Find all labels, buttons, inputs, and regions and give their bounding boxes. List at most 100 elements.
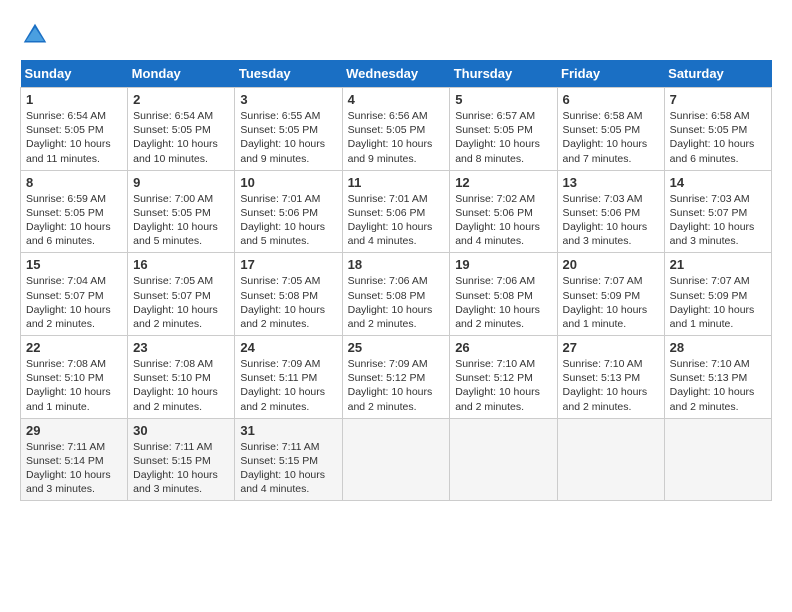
day-info: Sunrise: 7:10 AMSunset: 5:13 PMDaylight:… xyxy=(563,357,659,414)
column-header-monday: Monday xyxy=(128,60,235,88)
calendar-cell: 9 Sunrise: 7:00 AMSunset: 5:05 PMDaylight… xyxy=(128,170,235,253)
day-info: Sunrise: 7:11 AMSunset: 5:14 PMDaylight:… xyxy=(26,440,122,497)
day-number: 23 xyxy=(133,340,229,355)
day-number: 6 xyxy=(563,92,659,107)
calendar-cell xyxy=(450,418,557,501)
day-info: Sunrise: 7:00 AMSunset: 5:05 PMDaylight:… xyxy=(133,192,229,249)
day-number: 26 xyxy=(455,340,551,355)
calendar-cell: 21 Sunrise: 7:07 AMSunset: 5:09 PMDayligh… xyxy=(664,253,771,336)
day-info: Sunrise: 7:01 AMSunset: 5:06 PMDaylight:… xyxy=(348,192,445,249)
day-info: Sunrise: 7:08 AMSunset: 5:10 PMDaylight:… xyxy=(26,357,122,414)
day-info: Sunrise: 7:06 AMSunset: 5:08 PMDaylight:… xyxy=(455,274,551,331)
day-number: 19 xyxy=(455,257,551,272)
day-info: Sunrise: 7:11 AMSunset: 5:15 PMDaylight:… xyxy=(240,440,336,497)
column-header-wednesday: Wednesday xyxy=(342,60,450,88)
day-info: Sunrise: 7:02 AMSunset: 5:06 PMDaylight:… xyxy=(455,192,551,249)
day-number: 27 xyxy=(563,340,659,355)
calendar-cell: 10 Sunrise: 7:01 AMSunset: 5:06 PMDayligh… xyxy=(235,170,342,253)
day-number: 25 xyxy=(348,340,445,355)
column-header-sunday: Sunday xyxy=(21,60,128,88)
calendar-cell: 7Sunrise: 6:58 AMSunset: 5:05 PMDaylight… xyxy=(664,88,771,171)
day-number: 15 xyxy=(26,257,122,272)
column-header-thursday: Thursday xyxy=(450,60,557,88)
day-info: Sunrise: 7:05 AMSunset: 5:08 PMDaylight:… xyxy=(240,274,336,331)
day-number: 8 xyxy=(26,175,122,190)
calendar-cell: 2 Sunrise: 6:54 AMSunset: 5:05 PMDaylight… xyxy=(128,88,235,171)
day-number: 4 xyxy=(348,92,445,107)
calendar-cell: 14 Sunrise: 7:03 AMSunset: 5:07 PMDayligh… xyxy=(664,170,771,253)
day-info: Sunrise: 6:58 AMSunset: 5:05 PMDaylight:… xyxy=(670,109,766,166)
calendar-cell xyxy=(664,418,771,501)
calendar-cell: 3Sunrise: 6:55 AMSunset: 5:05 PMDaylight… xyxy=(235,88,342,171)
day-number: 16 xyxy=(133,257,229,272)
day-number: 13 xyxy=(563,175,659,190)
day-number: 28 xyxy=(670,340,766,355)
day-info: Sunrise: 6:54 AMSunset: 5:05 PMDaylight:… xyxy=(26,109,122,166)
day-number: 17 xyxy=(240,257,336,272)
day-number: 5 xyxy=(455,92,551,107)
day-number: 9 xyxy=(133,175,229,190)
day-number: 29 xyxy=(26,423,122,438)
calendar-cell: 20 Sunrise: 7:07 AMSunset: 5:09 PMDayligh… xyxy=(557,253,664,336)
day-number: 3 xyxy=(240,92,336,107)
week-row-4: 22 Sunrise: 7:08 AMSunset: 5:10 PMDayligh… xyxy=(21,336,772,419)
calendar-cell xyxy=(342,418,450,501)
day-info: Sunrise: 7:09 AMSunset: 5:11 PMDaylight:… xyxy=(240,357,336,414)
week-row-3: 15 Sunrise: 7:04 AMSunset: 5:07 PMDayligh… xyxy=(21,253,772,336)
week-row-5: 29 Sunrise: 7:11 AMSunset: 5:14 PMDayligh… xyxy=(21,418,772,501)
day-number: 24 xyxy=(240,340,336,355)
calendar-cell xyxy=(557,418,664,501)
day-info: Sunrise: 6:54 AMSunset: 5:05 PMDaylight:… xyxy=(133,109,229,166)
week-row-1: 1 Sunrise: 6:54 AMSunset: 5:05 PMDaylight… xyxy=(21,88,772,171)
day-info: Sunrise: 7:10 AMSunset: 5:12 PMDaylight:… xyxy=(455,357,551,414)
calendar-cell: 19 Sunrise: 7:06 AMSunset: 5:08 PMDayligh… xyxy=(450,253,557,336)
page-header xyxy=(20,20,772,50)
day-info: Sunrise: 6:58 AMSunset: 5:05 PMDaylight:… xyxy=(563,109,659,166)
calendar-cell: 17 Sunrise: 7:05 AMSunset: 5:08 PMDayligh… xyxy=(235,253,342,336)
calendar-cell: 18 Sunrise: 7:06 AMSunset: 5:08 PMDayligh… xyxy=(342,253,450,336)
day-info: Sunrise: 6:56 AMSunset: 5:05 PMDaylight:… xyxy=(348,109,445,166)
calendar-cell: 4 Sunrise: 6:56 AMSunset: 5:05 PMDaylight… xyxy=(342,88,450,171)
day-info: Sunrise: 7:09 AMSunset: 5:12 PMDaylight:… xyxy=(348,357,445,414)
day-info: Sunrise: 7:10 AMSunset: 5:13 PMDaylight:… xyxy=(670,357,766,414)
calendar-cell: 31 Sunrise: 7:11 AMSunset: 5:15 PMDayligh… xyxy=(235,418,342,501)
day-number: 14 xyxy=(670,175,766,190)
day-number: 12 xyxy=(455,175,551,190)
day-info: Sunrise: 6:57 AMSunset: 5:05 PMDaylight:… xyxy=(455,109,551,166)
day-info: Sunrise: 7:08 AMSunset: 5:10 PMDaylight:… xyxy=(133,357,229,414)
calendar-cell: 6 Sunrise: 6:58 AMSunset: 5:05 PMDaylight… xyxy=(557,88,664,171)
day-number: 21 xyxy=(670,257,766,272)
calendar-cell: 22 Sunrise: 7:08 AMSunset: 5:10 PMDayligh… xyxy=(21,336,128,419)
day-info: Sunrise: 7:03 AMSunset: 5:07 PMDaylight:… xyxy=(670,192,766,249)
calendar-cell: 12 Sunrise: 7:02 AMSunset: 5:06 PMDayligh… xyxy=(450,170,557,253)
day-info: Sunrise: 7:06 AMSunset: 5:08 PMDaylight:… xyxy=(348,274,445,331)
calendar-cell: 25 Sunrise: 7:09 AMSunset: 5:12 PMDayligh… xyxy=(342,336,450,419)
week-row-2: 8 Sunrise: 6:59 AMSunset: 5:05 PMDaylight… xyxy=(21,170,772,253)
day-number: 18 xyxy=(348,257,445,272)
day-number: 30 xyxy=(133,423,229,438)
day-number: 22 xyxy=(26,340,122,355)
day-info: Sunrise: 7:07 AMSunset: 5:09 PMDaylight:… xyxy=(670,274,766,331)
logo-icon xyxy=(20,20,50,50)
day-number: 2 xyxy=(133,92,229,107)
day-number: 20 xyxy=(563,257,659,272)
day-info: Sunrise: 7:11 AMSunset: 5:15 PMDaylight:… xyxy=(133,440,229,497)
day-info: Sunrise: 6:59 AMSunset: 5:05 PMDaylight:… xyxy=(26,192,122,249)
calendar-table: SundayMondayTuesdayWednesdayThursdayFrid… xyxy=(20,60,772,501)
calendar-cell: 26 Sunrise: 7:10 AMSunset: 5:12 PMDayligh… xyxy=(450,336,557,419)
day-info: Sunrise: 7:04 AMSunset: 5:07 PMDaylight:… xyxy=(26,274,122,331)
column-header-saturday: Saturday xyxy=(664,60,771,88)
calendar-cell: 27 Sunrise: 7:10 AMSunset: 5:13 PMDayligh… xyxy=(557,336,664,419)
calendar-cell: 13Sunrise: 7:03 AMSunset: 5:06 PMDayligh… xyxy=(557,170,664,253)
calendar-cell: 23 Sunrise: 7:08 AMSunset: 5:10 PMDayligh… xyxy=(128,336,235,419)
day-number: 31 xyxy=(240,423,336,438)
day-info: Sunrise: 7:07 AMSunset: 5:09 PMDaylight:… xyxy=(563,274,659,331)
calendar-cell: 28 Sunrise: 7:10 AMSunset: 5:13 PMDayligh… xyxy=(664,336,771,419)
calendar-cell: 8 Sunrise: 6:59 AMSunset: 5:05 PMDaylight… xyxy=(21,170,128,253)
day-info: Sunrise: 7:05 AMSunset: 5:07 PMDaylight:… xyxy=(133,274,229,331)
day-number: 1 xyxy=(26,92,122,107)
day-number: 10 xyxy=(240,175,336,190)
day-info: Sunrise: 7:01 AMSunset: 5:06 PMDaylight:… xyxy=(240,192,336,249)
column-header-friday: Friday xyxy=(557,60,664,88)
calendar-cell: 15 Sunrise: 7:04 AMSunset: 5:07 PMDayligh… xyxy=(21,253,128,336)
